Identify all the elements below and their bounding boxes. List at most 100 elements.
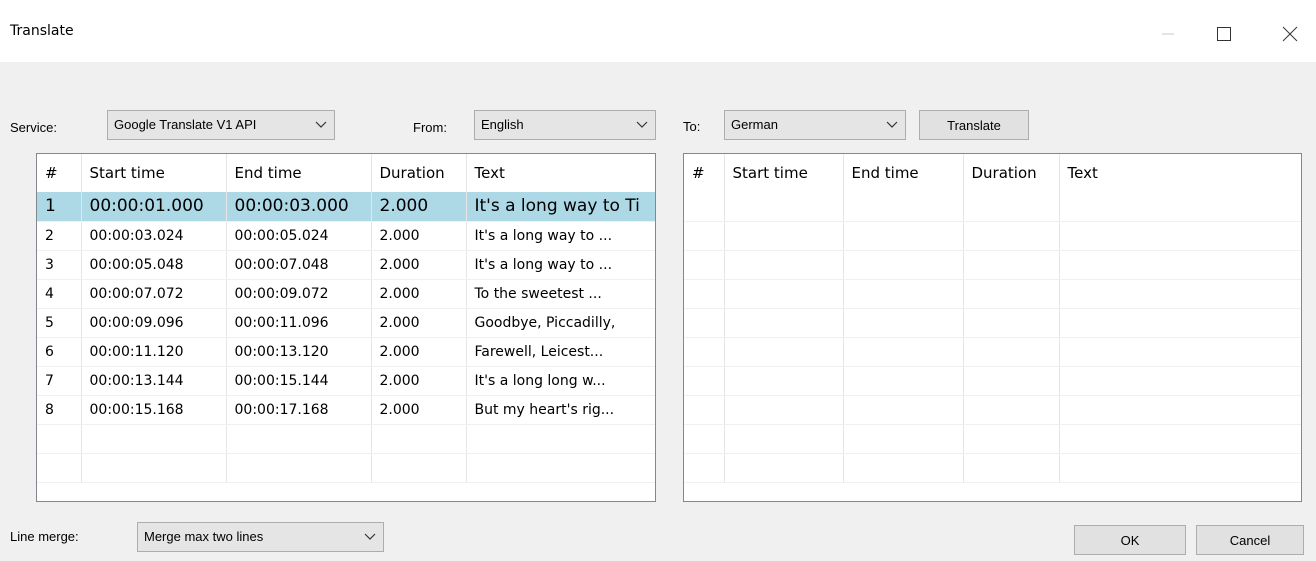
column-header[interactable]: End time: [226, 154, 372, 192]
chevron-down-icon: [636, 121, 648, 128]
table-cell: 3: [37, 250, 82, 280]
target-header-row: # Start time End time Duration Text: [684, 154, 1301, 192]
line-merge-value: Merge max two lines: [144, 529, 264, 544]
empty-row[interactable]: [684, 250, 1301, 280]
table-row[interactable]: 7 00:00:13.144 00:00:15.144 2.000 It's a lon…: [37, 366, 655, 396]
source-table: # Start time End time Duration Text 1 00:00:0…: [37, 154, 655, 483]
table-cell: 4: [37, 279, 82, 309]
close-icon: [1282, 26, 1298, 42]
ok-button[interactable]: OK: [1074, 525, 1186, 555]
table-cell: [724, 192, 844, 222]
table-row[interactable]: 8 00:00:15.168 00:00:17.168 2.000 But my hea…: [37, 395, 655, 425]
service-value: Google Translate V1 API: [114, 117, 257, 132]
table-cell: [371, 424, 467, 454]
table-row[interactable]: 3 00:00:05.048 00:00:07.048 2.000 It's a lon…: [37, 250, 655, 280]
table-cell: 00:00:17.168: [226, 395, 372, 425]
table-cell: [466, 424, 655, 454]
empty-row[interactable]: [684, 221, 1301, 251]
table-cell: 00:00:05.024: [226, 221, 372, 251]
service-label: Service:: [10, 120, 57, 135]
chevron-down-icon: [886, 121, 898, 128]
table-cell: [1059, 221, 1301, 251]
table-cell: 8: [37, 395, 82, 425]
column-header[interactable]: Start time: [81, 154, 227, 192]
table-cell: 2.000: [371, 366, 467, 396]
table-cell: 00:00:07.072: [81, 279, 227, 309]
table-cell: But my heart's rig...: [466, 395, 655, 425]
table-cell: [724, 395, 844, 425]
table-row[interactable]: 4 00:00:07.072 00:00:09.072 2.000 To the swe…: [37, 279, 655, 309]
table-row[interactable]: 5 00:00:09.096 00:00:11.096 2.000 Goodbye, P…: [37, 308, 655, 338]
table-cell: To the sweetest ...: [466, 279, 655, 309]
maximize-button[interactable]: [1204, 14, 1244, 54]
table-cell: [724, 424, 844, 454]
table-cell: [1059, 250, 1301, 280]
table-cell: 2.000: [371, 250, 467, 280]
translate-button[interactable]: Translate: [919, 110, 1029, 140]
empty-row[interactable]: [684, 279, 1301, 309]
table-cell: [1059, 279, 1301, 309]
column-header[interactable]: End time: [843, 154, 964, 192]
line-merge-dropdown[interactable]: Merge max two lines: [137, 522, 384, 552]
empty-row[interactable]: [684, 337, 1301, 367]
column-header[interactable]: Text: [1059, 154, 1301, 192]
minimize-button[interactable]: [1148, 14, 1188, 54]
column-header[interactable]: Text: [466, 154, 655, 192]
empty-row[interactable]: [684, 395, 1301, 425]
table-cell: [684, 453, 725, 483]
empty-row[interactable]: [684, 453, 1301, 483]
table-cell: 00:00:13.144: [81, 366, 227, 396]
column-header[interactable]: Start time: [724, 154, 844, 192]
table-cell: [843, 308, 964, 338]
empty-row[interactable]: [684, 424, 1301, 454]
table-cell: [684, 192, 725, 222]
table-cell: [724, 279, 844, 309]
to-value: German: [731, 117, 778, 132]
close-button[interactable]: [1270, 14, 1310, 54]
table-cell: [371, 453, 467, 483]
from-value: English: [481, 117, 524, 132]
table-cell: [963, 308, 1060, 338]
table-cell: [37, 424, 82, 454]
table-cell: [724, 221, 844, 251]
from-dropdown[interactable]: English: [474, 110, 656, 140]
table-cell: [963, 453, 1060, 483]
empty-row[interactable]: [37, 453, 655, 483]
target-subtitle-grid[interactable]: # Start time End time Duration Text: [683, 153, 1302, 502]
table-cell: 00:00:09.096: [81, 308, 227, 338]
column-header[interactable]: Duration: [963, 154, 1060, 192]
table-cell: 00:00:15.168: [81, 395, 227, 425]
column-header[interactable]: #: [684, 154, 725, 192]
to-dropdown[interactable]: German: [724, 110, 906, 140]
table-cell: 2.000: [371, 337, 467, 367]
table-cell: [843, 424, 964, 454]
empty-row[interactable]: [684, 366, 1301, 396]
cancel-button[interactable]: Cancel: [1196, 525, 1304, 555]
empty-row[interactable]: [684, 308, 1301, 338]
table-cell: [81, 424, 227, 454]
empty-row[interactable]: [37, 424, 655, 454]
table-cell: 00:00:05.048: [81, 250, 227, 280]
table-row[interactable]: 2 00:00:03.024 00:00:05.024 2.000 It's a lon…: [37, 221, 655, 251]
empty-row[interactable]: [684, 192, 1301, 222]
table-cell: It's a long way to ...: [466, 250, 655, 280]
table-cell: 2.000: [371, 279, 467, 309]
table-row[interactable]: 6 00:00:11.120 00:00:13.120 2.000 Farewell, …: [37, 337, 655, 367]
column-header[interactable]: #: [37, 154, 82, 192]
service-dropdown[interactable]: Google Translate V1 API: [107, 110, 335, 140]
table-cell: [963, 192, 1060, 222]
line-merge-label: Line merge:: [10, 529, 79, 544]
table-row[interactable]: 1 00:00:01.000 00:00:03.000 2.000 It's a lon…: [37, 192, 655, 222]
window-title: Translate: [10, 23, 74, 39]
table-cell: [843, 453, 964, 483]
table-cell: 00:00:15.144: [226, 366, 372, 396]
table-cell: [843, 250, 964, 280]
from-label: From:: [413, 120, 447, 135]
column-header[interactable]: Duration: [371, 154, 467, 192]
table-cell: [843, 395, 964, 425]
table-cell: 6: [37, 337, 82, 367]
table-cell: 00:00:11.120: [81, 337, 227, 367]
source-subtitle-grid[interactable]: # Start time End time Duration Text 1 00:00:0…: [36, 153, 656, 502]
table-cell: 2.000: [371, 395, 467, 425]
table-cell: 00:00:13.120: [226, 337, 372, 367]
